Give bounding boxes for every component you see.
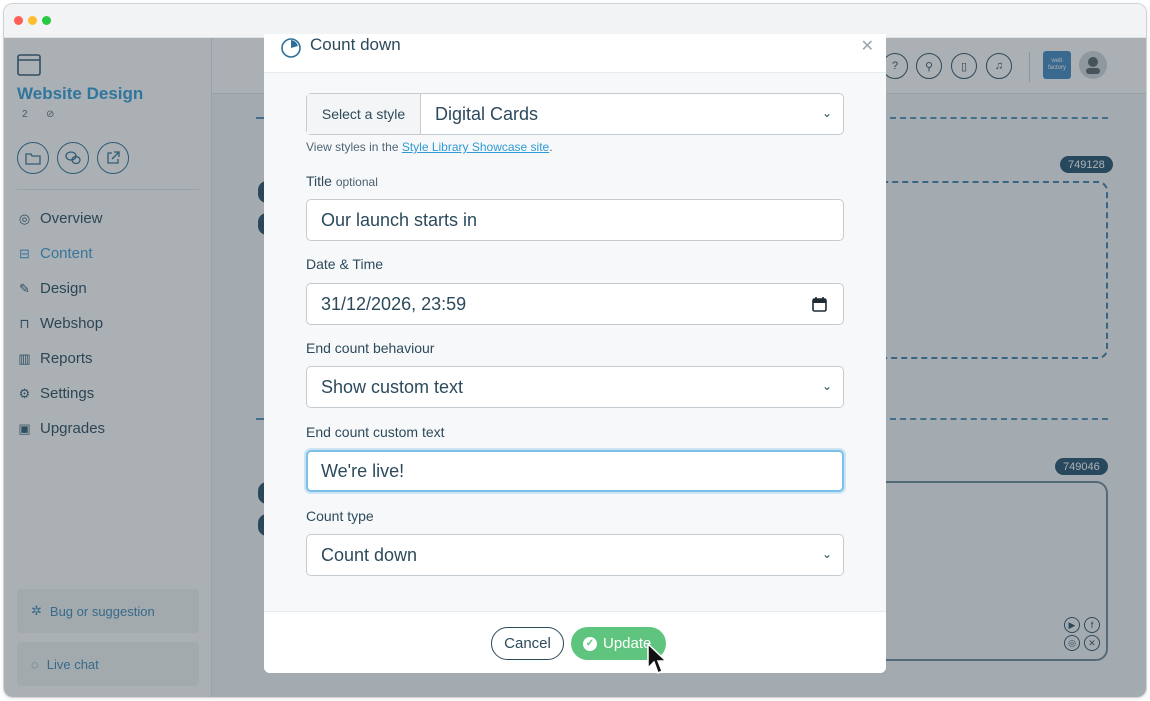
title-optional-text: optional (335, 175, 378, 189)
count-type-value: Count down (321, 544, 418, 565)
update-label: Update (603, 635, 652, 652)
count-type-select[interactable]: Count down ⌄ (306, 534, 844, 576)
chevron-down-icon: ⌄ (821, 379, 832, 393)
minimize-window-dot[interactable] (28, 16, 37, 25)
mouse-cursor-icon (647, 643, 667, 675)
title-label-text: Title (306, 173, 332, 189)
title-input[interactable]: Our launch starts in (306, 199, 844, 241)
calendar-icon[interactable] (812, 296, 827, 312)
help-suffix: . (549, 140, 553, 154)
chevron-down-icon: ⌄ (821, 106, 832, 120)
end-behaviour-label: End count behaviour (306, 340, 435, 356)
title-input-value: Our launch starts in (321, 209, 478, 230)
close-icon[interactable]: ✕ (861, 36, 874, 56)
style-select-addon: Select a style (307, 94, 421, 134)
style-select-value: Digital Cards (435, 103, 539, 124)
end-text-input[interactable]: We're live! (306, 450, 844, 492)
maximize-window-dot[interactable] (42, 16, 51, 25)
end-text-label: End count custom text (306, 424, 445, 440)
modal-title: Count down (310, 35, 401, 54)
modal-footer: Cancel ✓ Update (264, 611, 886, 673)
help-prefix: View styles in the (306, 140, 402, 154)
end-behaviour-select[interactable]: Show custom text ⌄ (306, 366, 844, 408)
chevron-down-icon: ⌄ (821, 547, 832, 561)
datetime-input-value: 31/12/2026, 23:59 (321, 293, 467, 314)
close-window-dot[interactable] (14, 16, 23, 25)
cancel-button[interactable]: Cancel (491, 627, 564, 660)
style-help-text: View styles in the Style Library Showcas… (306, 140, 553, 154)
style-select[interactable]: Select a style Digital Cards ⌄ (306, 93, 844, 135)
count-type-label: Count type (306, 508, 374, 524)
check-circle-icon: ✓ (583, 636, 597, 651)
end-behaviour-value: Show custom text (321, 376, 464, 397)
datetime-label: Date & Time (306, 256, 384, 272)
datetime-input[interactable]: 31/12/2026, 23:59 (306, 283, 844, 325)
countdown-modal: Count down ✕ Select a style Digital Card… (264, 34, 886, 673)
end-text-value: We're live! (321, 460, 405, 481)
window-titlebar (4, 4, 1146, 38)
style-library-link[interactable]: Style Library Showcase site (402, 140, 549, 154)
title-label: Title optional (306, 173, 378, 189)
modal-header: Count down ✕ (264, 34, 886, 73)
countdown-clock-icon (281, 38, 301, 58)
